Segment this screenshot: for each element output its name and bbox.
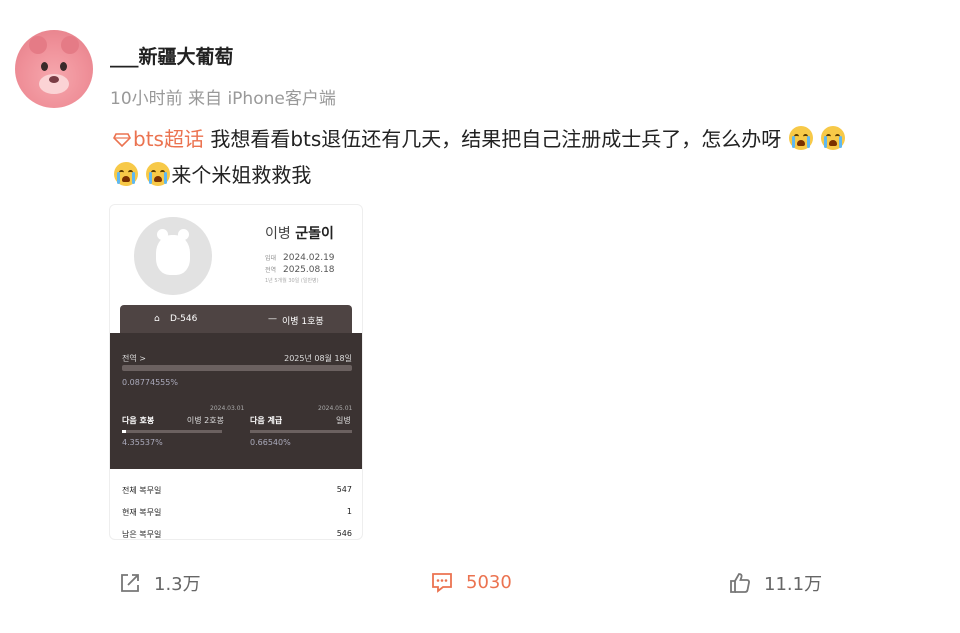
card-rank: 이병 xyxy=(265,226,291,242)
list-item: 전체 복무일 547 xyxy=(122,485,352,496)
remain-days-value: 546 xyxy=(336,529,352,538)
crying-emoji-icon xyxy=(114,162,138,186)
enlist-row: 입대 2024.02.19 xyxy=(265,253,335,263)
discharge-row: 전역 2025.08.18 xyxy=(265,265,335,275)
card-rank-name: 이병 군돌이 xyxy=(265,223,334,243)
username[interactable]: ___新疆大葡萄 xyxy=(110,42,234,69)
next-step-value: 이병 2호봉 xyxy=(186,416,224,425)
discharge-link[interactable]: 전역 > xyxy=(122,353,146,364)
like-button[interactable]: 11.1万 xyxy=(728,570,822,596)
post-text-line2: 来个米姐救救我 xyxy=(171,163,312,187)
next-rank-date: 2024.05.01 xyxy=(318,405,353,412)
post-meta: 10小时前 来自 iPhone客户端 xyxy=(110,89,336,109)
current-days-label: 현재 복무일 xyxy=(122,508,162,517)
comment-button[interactable]: 5030 xyxy=(430,570,512,594)
next-step-label: 다음 호봉 xyxy=(122,416,155,425)
discharge-date: 2025.08.18 xyxy=(283,265,335,275)
enlist-key: 입대 xyxy=(265,255,277,262)
total-days-label: 전체 복무일 xyxy=(122,486,162,495)
like-count: 11.1万 xyxy=(764,574,823,595)
share-icon xyxy=(121,574,139,592)
total-progress-bar xyxy=(122,365,352,371)
next-rank-value: 일병 xyxy=(336,416,351,425)
share-count: 1.3万 xyxy=(154,574,201,595)
comment-count: 5030 xyxy=(466,571,512,593)
avatar[interactable] xyxy=(15,30,93,108)
crying-emoji-icon xyxy=(821,126,846,150)
next-step-pct: 4.35537% xyxy=(122,438,163,447)
dday-label: D-546 xyxy=(170,314,198,324)
topic-label: bts超话 xyxy=(133,127,204,151)
topic-link[interactable]: bts超话 xyxy=(113,127,210,151)
total-progress-pct: 0.08774555% xyxy=(122,378,178,387)
current-days-value: 1 xyxy=(346,507,352,516)
grade-label: 이병 1호봉 xyxy=(282,317,324,327)
progress-panel: 전역 > 2025년 08월 18일 0.08774555% 2024.03.0… xyxy=(110,333,362,469)
next-step-fill xyxy=(122,430,126,433)
post-text-line1: 我想看看bts退伍还有几天，结果把自己注册成士兵了，怎么办呀 xyxy=(210,127,782,151)
avatar-eye xyxy=(60,62,67,71)
card-tab-bar: ⌂ D-546 — 이병 1호봉 xyxy=(120,305,352,333)
next-rank-label: 다음 계급 xyxy=(250,416,283,425)
list-item: 현재 복무일 1 xyxy=(122,507,352,518)
next-step-date: 2024.03.01 xyxy=(210,405,245,412)
discharge-full-date: 2025년 08월 18일 xyxy=(284,354,352,363)
period-note: 1년 5개월 30일 (일반병) xyxy=(265,278,319,284)
share-button[interactable]: 1.3万 xyxy=(118,570,201,596)
dash-icon: — xyxy=(268,314,277,324)
next-step-bar xyxy=(122,430,222,433)
enlist-date: 2024.02.19 xyxy=(283,253,335,263)
diamond-icon xyxy=(113,133,131,147)
bear-icon xyxy=(156,229,190,275)
profile-picture xyxy=(134,217,212,295)
home-icon: ⌂ xyxy=(154,314,160,324)
card-name: 군돌이 xyxy=(295,226,334,242)
next-rank-bar xyxy=(250,430,352,433)
comment-icon xyxy=(432,573,452,593)
post-text: bts超话 我想看看bts退伍还有几天，结果把自己注册成士兵了，怎么办呀 来个米… xyxy=(113,121,928,193)
post-image[interactable]: 이병 군돌이 입대 2024.02.19 전역 2025.08.18 1년 5개월 … xyxy=(109,204,363,540)
avatar-eye xyxy=(41,62,48,71)
remain-days-label: 남은 복무일 xyxy=(122,530,162,539)
avatar-ear xyxy=(61,36,79,54)
discharge-key: 전역 xyxy=(265,267,277,274)
total-days-value: 547 xyxy=(336,485,352,494)
avatar-nose xyxy=(49,76,59,83)
list-item: 남은 복무일 546 xyxy=(122,529,352,539)
thumbs-up-icon xyxy=(730,573,750,593)
next-rank-pct: 0.66540% xyxy=(250,438,291,447)
crying-emoji-icon xyxy=(788,126,813,150)
action-bar: 1.3万 5030 11.1万 xyxy=(0,570,960,600)
crying-emoji-icon xyxy=(146,162,171,186)
avatar-ear xyxy=(29,36,47,54)
